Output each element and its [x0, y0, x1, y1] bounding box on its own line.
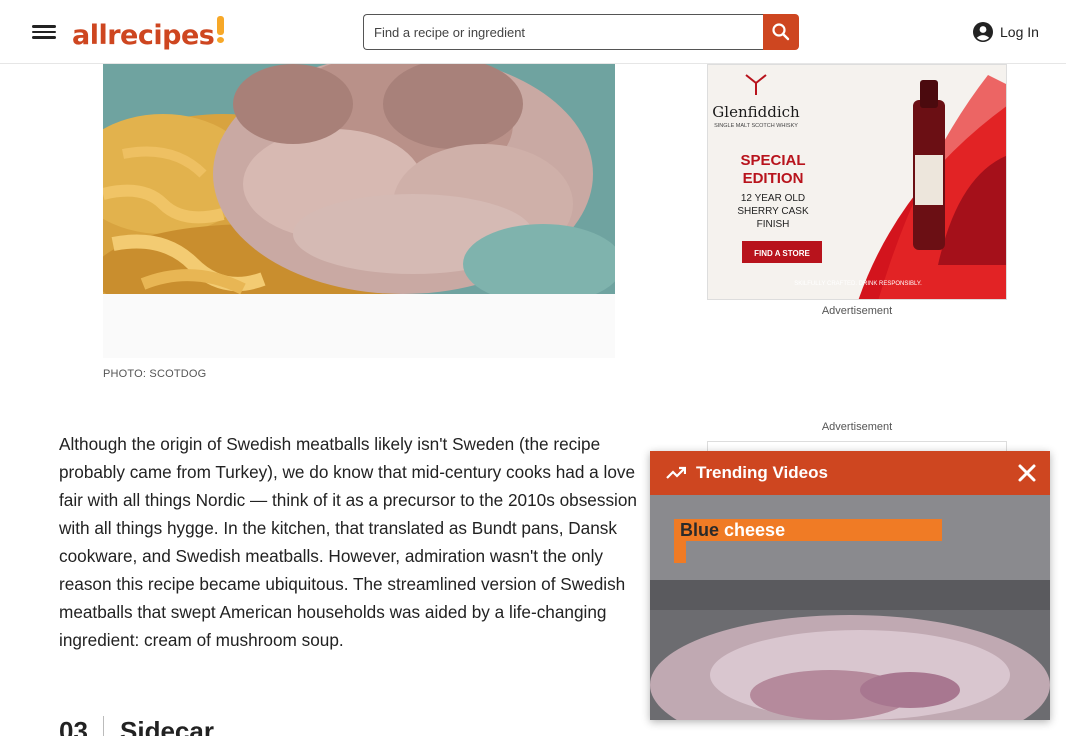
logo-exclamation-icon [217, 16, 225, 43]
close-icon [1018, 464, 1036, 482]
allrecipes-logo[interactable]: allrecipes [72, 12, 225, 52]
video-caption: Blue cheese [674, 519, 942, 541]
trending-videos-header: Trending Videos [650, 451, 1050, 495]
search-input[interactable] [363, 14, 763, 50]
trending-videos-title: Trending Videos [696, 463, 828, 482]
search-bar [363, 14, 799, 50]
article-paragraph: Although the origin of Swedish meatballs… [59, 434, 637, 650]
photo-padding [103, 294, 615, 358]
login-button[interactable]: Log In [972, 20, 1039, 44]
video-caption-word-2: cheese [724, 520, 786, 540]
ad-brand: Glenfiddich [712, 103, 800, 121]
search-icon [772, 23, 790, 41]
ad-brand-sub: SINGLE MALT SCOTCH WHISKY [714, 123, 798, 129]
photo-credit: PHOTO: SCOTDOG [103, 368, 207, 380]
recipe-photo [103, 64, 615, 294]
video-caption-word-1: Blue [680, 520, 720, 540]
login-label: Log In [1000, 24, 1039, 40]
ad-sub-2: SHERRY CASK [737, 206, 809, 217]
ad-sub-1: 12 YEAR OLD [741, 193, 805, 204]
ad-cta: FIND A STORE [754, 249, 810, 258]
ad-headline-2: EDITION [743, 170, 804, 187]
advertisement-banner[interactable]: Glenfiddich SINGLE MALT SCOTCH WHISKY SP… [707, 64, 1007, 300]
search-button[interactable] [763, 14, 799, 50]
hamburger-menu-icon[interactable] [32, 22, 56, 42]
ad-label-top: Advertisement [821, 305, 893, 317]
site-header: allrecipes Log In [0, 0, 1066, 64]
heading-divider [103, 716, 104, 736]
trending-videos-player: Trending Videos Blue cheese [650, 451, 1050, 720]
video-frame[interactable]: Blue cheese [650, 495, 1050, 720]
ad-headline-1: SPECIAL [740, 152, 805, 169]
ad-sub-3: FINISH [757, 219, 790, 230]
logo-text: allrecipes [72, 20, 215, 51]
ad-label-bottom: Advertisement [821, 421, 893, 433]
account-icon [973, 22, 993, 42]
close-button[interactable] [1016, 462, 1038, 484]
list-item-heading: 03 Sidecar [59, 716, 214, 736]
list-item-title[interactable]: Sidecar [120, 716, 214, 736]
ad-footer: SKILFULLY CRAFTED. DRINK RESPONSIBLY. [794, 281, 922, 287]
list-item-number: 03 [59, 716, 88, 736]
trending-up-icon [666, 466, 686, 479]
